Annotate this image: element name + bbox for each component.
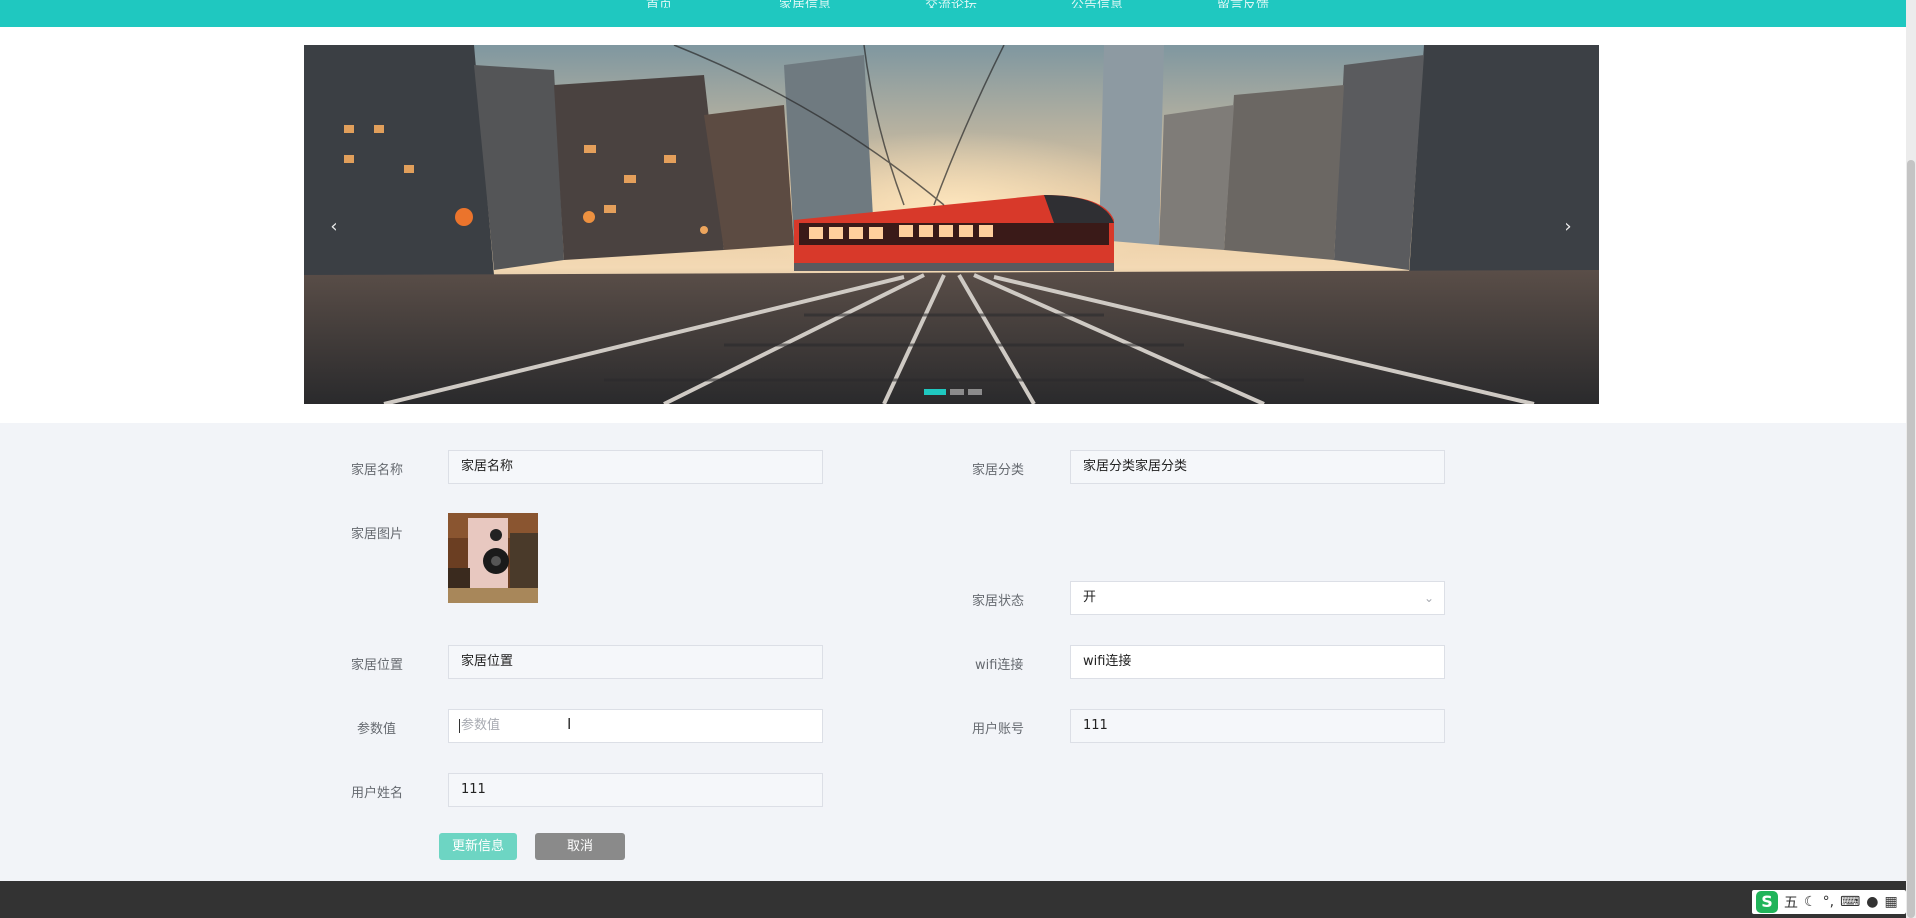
user-icon[interactable]: ● (1866, 894, 1878, 910)
ime-toolbar[interactable]: S 五 ☾ °, ⌨ ● ▦ (1752, 890, 1906, 914)
banner-image (304, 45, 1599, 404)
nav-item-forum[interactable]: 交流论坛 (906, 0, 996, 8)
carousel-prev-button[interactable]: ‹ (324, 215, 344, 239)
nav-item-announcements[interactable]: 公告信息 (1052, 0, 1142, 8)
nav-item-home[interactable]: 首页 (614, 0, 704, 8)
status-select[interactable]: 开 ⌄ (1070, 581, 1445, 615)
carousel-dot-1[interactable] (924, 389, 946, 395)
status-label: 家居状态 (972, 594, 1025, 609)
cancel-button[interactable]: 取消 (535, 833, 625, 860)
update-button[interactable]: 更新信息 (439, 833, 517, 860)
banner-carousel[interactable]: ‹ › (304, 45, 1599, 404)
location-field[interactable]: 家居位置 (448, 645, 823, 679)
furniture-image[interactable] (448, 513, 538, 603)
category-field[interactable]: 家居分类家居分类 (1070, 450, 1445, 484)
param-label: 参数值 (357, 722, 397, 737)
scrollbar-thumb[interactable] (1907, 160, 1915, 918)
category-label: 家居分类 (972, 463, 1025, 478)
username-field[interactable]: 111 (448, 773, 823, 807)
name-label: 家居名称 (351, 463, 404, 478)
ime-logo-icon[interactable]: S (1756, 891, 1778, 913)
carousel-indicators (924, 389, 982, 395)
username-label: 用户姓名 (351, 786, 404, 801)
keyboard-icon[interactable]: ⌨ (1840, 894, 1860, 910)
nav-item-furniture-info[interactable]: 家居信息 (760, 0, 850, 8)
edit-form (0, 423, 1906, 881)
carousel-dot-2[interactable] (950, 389, 964, 395)
param-input[interactable]: 参数值 (448, 709, 823, 743)
grid-icon[interactable]: ▦ (1884, 894, 1897, 910)
param-placeholder: 参数值 (461, 718, 501, 733)
page-footer (0, 881, 1906, 918)
account-field[interactable]: 111 (1070, 709, 1445, 743)
carousel-next-button[interactable]: › (1558, 215, 1578, 239)
punctuation-icon[interactable]: °, (1823, 894, 1834, 910)
chevron-down-icon: ⌄ (1423, 591, 1434, 605)
top-navigation-bar: 首页 家居信息 交流论坛 公告信息 留言反馈 (0, 0, 1906, 27)
location-label: 家居位置 (351, 658, 404, 673)
text-cursor-icon: I (567, 715, 572, 733)
text-caret (459, 719, 460, 733)
moon-icon[interactable]: ☾ (1804, 894, 1817, 910)
carousel-dot-3[interactable] (968, 389, 982, 395)
name-field[interactable]: 家居名称 (448, 450, 823, 484)
wifi-field[interactable]: wifi连接 (1070, 645, 1445, 679)
account-label: 用户账号 (972, 722, 1025, 737)
nav-item-feedback[interactable]: 留言反馈 (1198, 0, 1288, 8)
image-label: 家居图片 (351, 527, 404, 542)
vertical-scrollbar[interactable] (1906, 0, 1916, 918)
ime-mode[interactable]: 五 (1784, 892, 1798, 912)
wifi-label: wifi连接 (975, 658, 1024, 673)
status-select-value: 开 (1083, 590, 1097, 605)
